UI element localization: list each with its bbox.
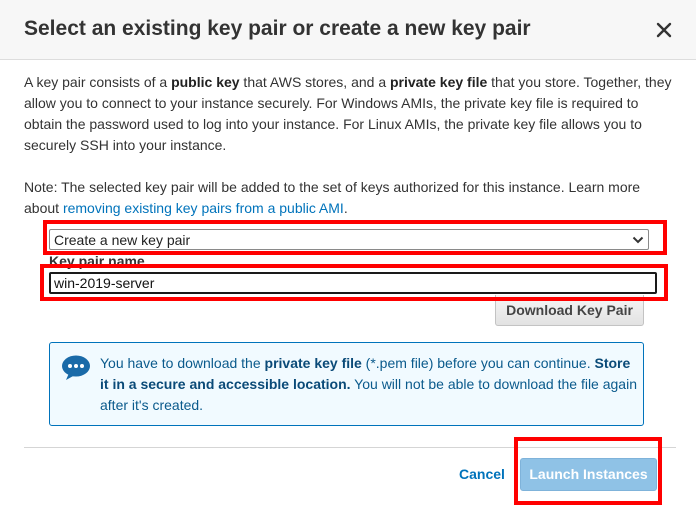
info-text-2: (*.pem file) before you can continue. — [361, 355, 595, 371]
intro-text-1: A key pair consists of a — [24, 74, 172, 90]
close-button[interactable] — [652, 18, 676, 42]
cancel-button[interactable]: Cancel — [452, 463, 512, 485]
key-pair-name-label: Key pair name — [49, 253, 145, 269]
dialog-header: Select an existing key pair or create a … — [0, 0, 696, 60]
info-text-1: You have to download the — [100, 355, 265, 371]
key-pair-name-input[interactable] — [49, 272, 657, 294]
note-end: . — [343, 200, 348, 216]
download-key-pair-button[interactable]: Download Key Pair — [495, 295, 644, 326]
close-icon[interactable] — [652, 18, 676, 42]
key-pair-select-value: Create a new key pair — [54, 232, 191, 248]
info-bold-private-key-file: private key file — [264, 355, 362, 371]
launch-instances-button[interactable]: Launch Instances — [520, 458, 657, 491]
intro-bold-public-key: public key — [171, 74, 240, 90]
remove-key-pairs-link[interactable]: removing existing key pairs from a publi… — [63, 200, 344, 216]
key-pair-note: Note: The selected key pair will be adde… — [24, 177, 676, 219]
intro-bold-private-key-file: private key file — [390, 74, 488, 90]
key-pair-select[interactable]: Create a new key pair — [49, 229, 649, 250]
info-alert: You have to download the private key fil… — [49, 342, 644, 426]
footer-divider — [24, 447, 676, 448]
info-message: You have to download the private key fil… — [100, 353, 640, 416]
intro-text-2: that AWS stores, and a — [239, 74, 390, 90]
chevron-down-icon — [631, 233, 645, 247]
dialog-title: Select an existing key pair or create a … — [24, 17, 531, 40]
key-pair-description: A key pair consists of a public key that… — [24, 72, 676, 156]
key-pair-dialog: Select an existing key pair or create a … — [0, 0, 696, 511]
chat-bubble-icon — [61, 355, 91, 381]
